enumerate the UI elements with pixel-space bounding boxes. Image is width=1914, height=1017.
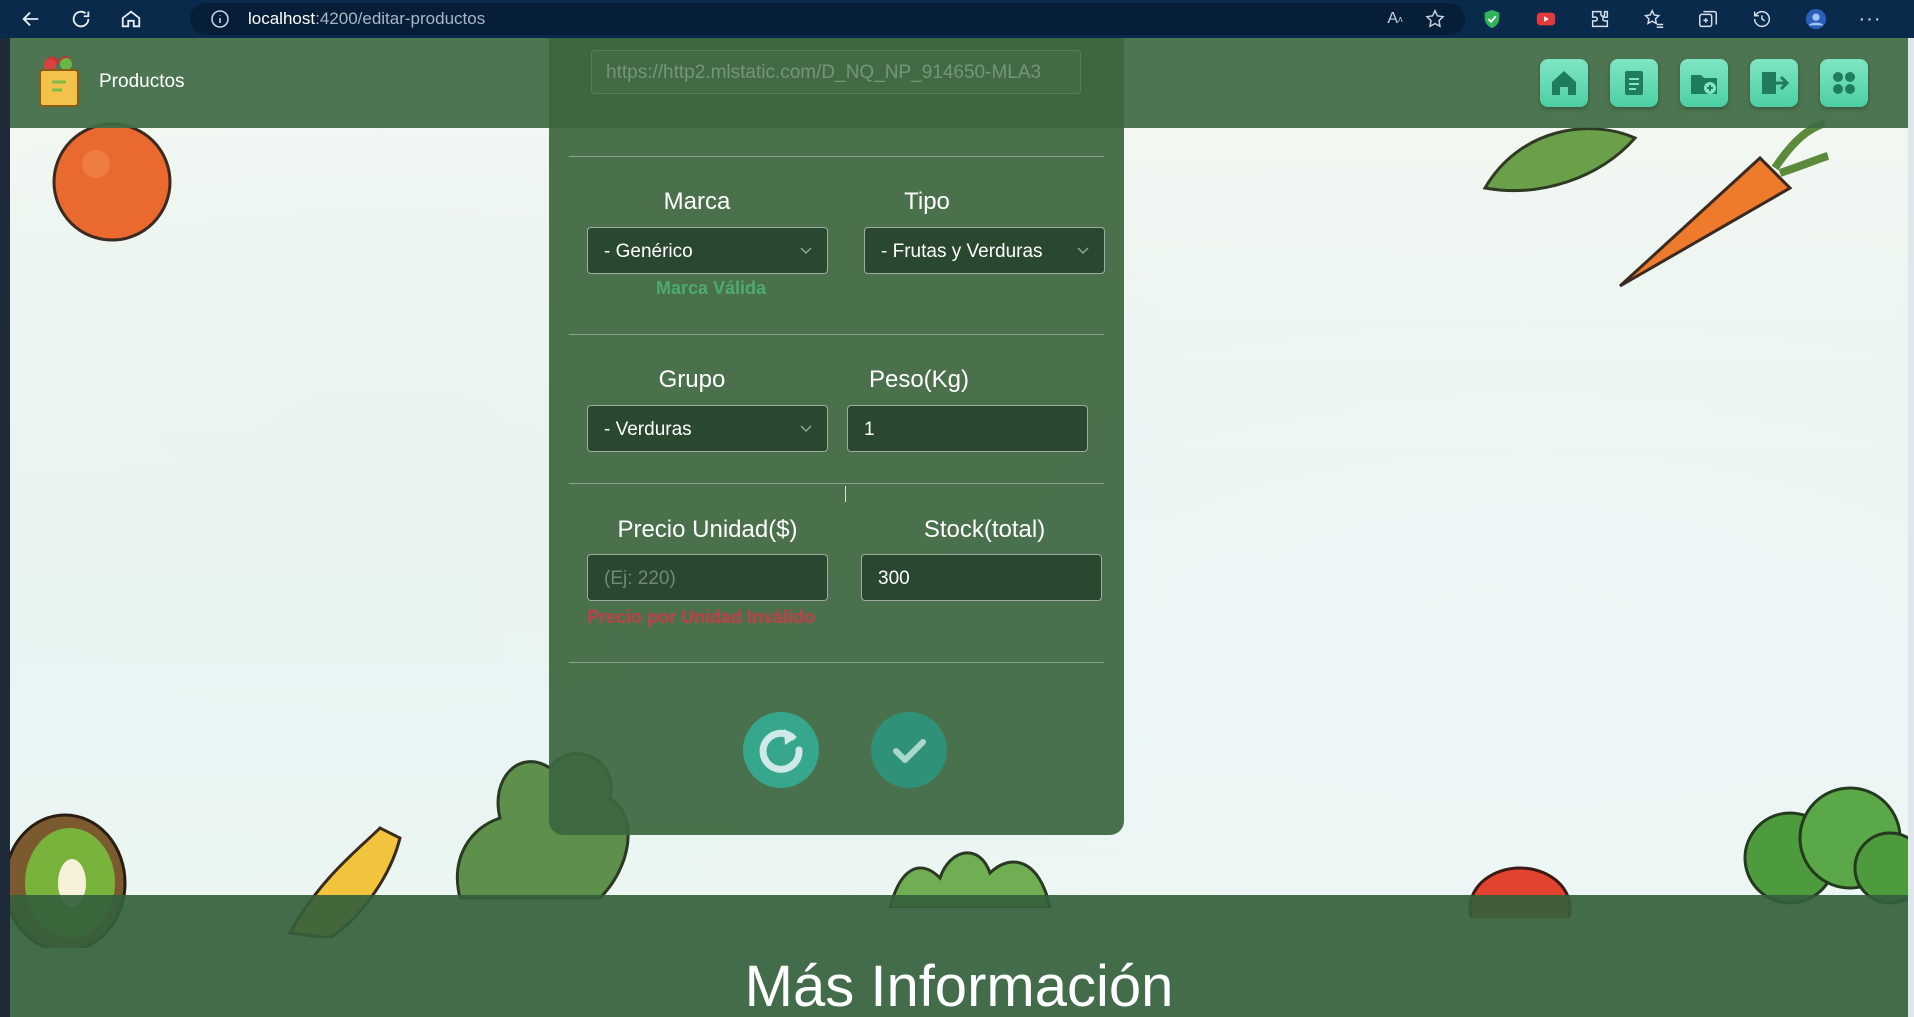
precio-input[interactable]: (Ej: 220) [587, 554, 828, 601]
collections-icon[interactable] [1694, 5, 1722, 33]
grupo-select[interactable]: - Verduras [587, 405, 828, 452]
read-aloud-icon[interactable]: Aʌ [1383, 7, 1407, 31]
peso-input[interactable]: 1 [847, 405, 1088, 452]
broccoli-illustration [1743, 786, 1908, 905]
tipo-select-value: - Frutas y Verduras [881, 241, 1043, 262]
divider [569, 483, 1104, 484]
marca-select[interactable]: - Genérico [587, 227, 828, 274]
url-path: :4200/editar-productos [315, 9, 486, 28]
precio-label: Precio Unidad($) [617, 516, 798, 543]
stock-input[interactable]: 300 [861, 554, 1102, 601]
image-url-input[interactable]: https://http2.mlstatic.com/D_NQ_NP_91465… [591, 50, 1081, 94]
divider [569, 662, 1104, 663]
info-icon[interactable] [210, 9, 230, 29]
footer-title: Más Información [744, 954, 1174, 1017]
app-title[interactable]: Productos [99, 71, 185, 93]
marca-label: Marca [663, 188, 731, 215]
back-icon[interactable] [12, 4, 50, 34]
edit-product-form: https://http2.mlstatic.com/D_NQ_NP_91465… [549, 38, 1124, 835]
chevron-down-icon [800, 425, 812, 433]
add-favorite-icon[interactable] [1423, 7, 1447, 31]
check-icon [893, 739, 926, 763]
add-folder-icon[interactable] [1680, 59, 1728, 107]
favorites-icon[interactable] [1640, 5, 1668, 33]
grupo-label: Grupo [658, 366, 726, 393]
more-options-icon[interactable]: ··· [1856, 5, 1884, 33]
refresh-icon [759, 729, 803, 773]
browser-toolbar: localhost:4200/editar-productos Aʌ ··· [0, 0, 1914, 38]
save-button[interactable] [871, 712, 947, 788]
tipo-label: Tipo [904, 188, 950, 215]
carrot-illustration [1618, 119, 1830, 288]
tipo-select[interactable]: - Frutas y Verduras [864, 227, 1105, 274]
list-icon[interactable] [1610, 59, 1658, 107]
grocery-bag-logo-icon[interactable] [36, 56, 82, 108]
shield-extension-icon[interactable] [1478, 5, 1506, 33]
page-viewport: Productos https://http2.mlstatic.com/D_N… [10, 38, 1908, 1017]
window-edge-left [0, 38, 10, 1017]
marca-valid-message: Marca Válida [656, 278, 767, 298]
precio-error-message: Precio por Unidad Inválido [587, 607, 816, 627]
history-icon[interactable] [1748, 5, 1776, 33]
grupo-select-value: - Verduras [604, 419, 692, 440]
reset-button[interactable] [743, 712, 819, 788]
text-cursor [845, 486, 846, 502]
extensions-icon[interactable] [1586, 5, 1614, 33]
url-host: localhost [248, 9, 316, 28]
address-bar[interactable]: localhost:4200/editar-productos Aʌ [190, 3, 1465, 35]
home-browser-icon[interactable] [112, 4, 150, 34]
home-icon[interactable] [1540, 59, 1588, 107]
apps-icon[interactable] [1820, 59, 1868, 107]
youtube-extension-icon[interactable] [1532, 5, 1560, 33]
orange-illustration [52, 122, 172, 242]
peso-label: Peso(Kg) [868, 366, 970, 393]
logout-icon[interactable] [1750, 59, 1798, 107]
chevron-down-icon [1077, 247, 1089, 255]
divider [569, 156, 1104, 157]
marca-select-value: - Genérico [604, 241, 693, 262]
chevron-down-icon [800, 247, 812, 255]
stock-label: Stock(total) [923, 516, 1046, 543]
refresh-browser-icon[interactable] [62, 4, 100, 34]
scrollbar-track[interactable] [1908, 38, 1914, 1017]
profile-avatar-icon[interactable] [1802, 5, 1830, 33]
divider [569, 334, 1104, 335]
footer: Más Información [10, 895, 1908, 1017]
